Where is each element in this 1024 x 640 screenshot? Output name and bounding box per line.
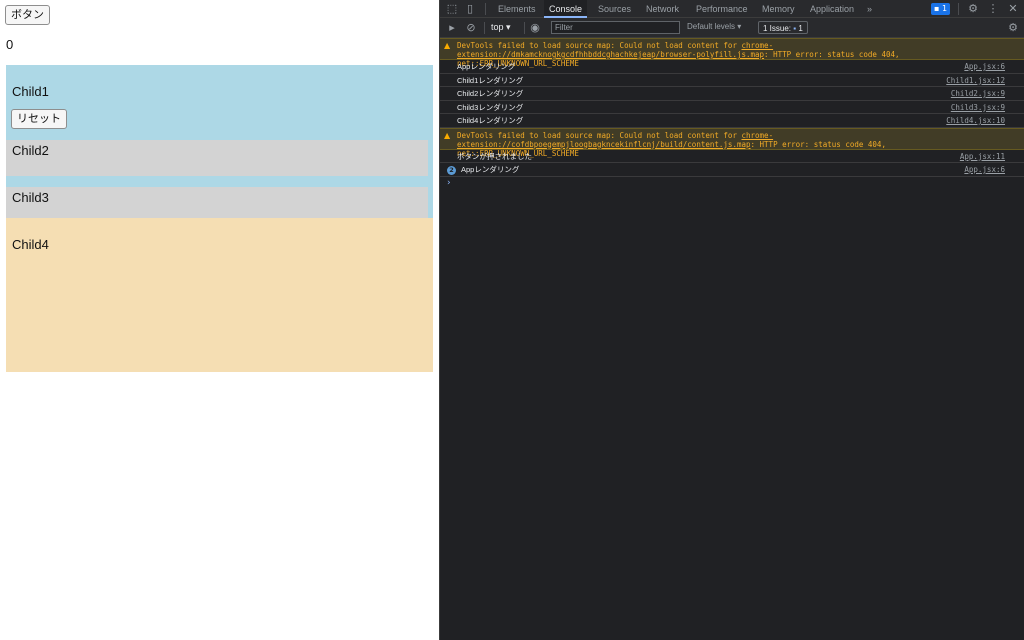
tab-performance[interactable]: Performance	[696, 0, 748, 18]
console-prompt[interactable]: ›	[440, 177, 1024, 189]
source-link[interactable]: App.jsx:6	[964, 60, 1005, 73]
source-link[interactable]: Child2.jsx:9	[951, 87, 1005, 100]
divider	[484, 22, 485, 34]
device-toggle-icon[interactable]: ▯	[463, 2, 477, 16]
source-link[interactable]: Child3.jsx:9	[951, 101, 1005, 114]
child4-panel: Child4	[6, 218, 433, 372]
log-row: 2 Appレンダリング App.jsx:6	[440, 163, 1024, 177]
divider	[958, 3, 959, 15]
log-levels-dropdown[interactable]: Default levels ▾	[687, 22, 741, 31]
context-selector[interactable]: top ▾	[491, 22, 511, 33]
messages-count: 1	[941, 4, 948, 13]
log-message: ボタンが押されました	[457, 151, 532, 161]
log-row: Child1レンダリング Child1.jsx:12	[440, 74, 1024, 87]
child3-panel: Child3	[6, 187, 428, 218]
inspect-icon[interactable]: ⬚	[445, 2, 459, 16]
message-icon: ▪	[934, 4, 940, 13]
log-row: ボタンが押されました App.jsx:11	[440, 150, 1024, 163]
child3-title: Child3	[12, 190, 49, 205]
settings-icon[interactable]: ⚙	[1006, 21, 1020, 35]
log-row: Appレンダリング App.jsx:6	[440, 60, 1024, 74]
close-icon[interactable]: ✕	[1006, 2, 1020, 16]
warning-text: DevTools failed to load source map: Coul…	[457, 41, 742, 50]
warning-icon: ▲	[444, 41, 451, 50]
devtools-tabbar: ⬚ ▯ Elements Console Sources Network Per…	[440, 0, 1024, 18]
source-link[interactable]: Child4.jsx:10	[946, 114, 1005, 127]
tab-application[interactable]: Application	[810, 0, 854, 18]
log-row: Child2レンダリング Child2.jsx:9	[440, 87, 1024, 101]
devtools-panel: ⬚ ▯ Elements Console Sources Network Per…	[439, 0, 1024, 640]
source-link[interactable]: Child1.jsx:12	[946, 74, 1005, 87]
main-button[interactable]: ボタン	[5, 5, 50, 25]
eye-icon[interactable]: ◉	[528, 21, 542, 35]
tab-console[interactable]: Console	[544, 0, 588, 18]
console-toolbar: ▸ ⊘ top ▾ ◉ Default levels ▾ 1 Issue: ▪ …	[440, 18, 1024, 38]
message-icon: ▪	[793, 24, 797, 33]
log-message: Child4レンダリング	[457, 116, 524, 125]
filter-input[interactable]	[551, 21, 680, 34]
log-message: Appレンダリング	[461, 165, 520, 174]
console-log: ▲ DevTools failed to load source map: Co…	[440, 38, 1024, 189]
count-display: 0	[6, 37, 14, 52]
warning-text: DevTools failed to load source map: Coul…	[457, 130, 742, 140]
reset-button[interactable]: リセット	[11, 109, 67, 129]
child2-title: Child2	[12, 143, 49, 158]
source-link[interactable]: App.jsx:11	[960, 150, 1005, 163]
log-message: Child2レンダリング	[457, 89, 524, 98]
warning-message: ▲ DevTools failed to load source map: Co…	[440, 38, 1024, 68]
issues-label: 1 Issue:	[763, 24, 792, 33]
tab-memory[interactable]: Memory	[762, 0, 795, 18]
issues-button[interactable]: 1 Issue: ▪ 1	[758, 21, 808, 34]
log-message: Appレンダリング	[457, 62, 516, 71]
child4-title: Child4	[12, 237, 49, 252]
clear-console-icon[interactable]: ⊘	[464, 21, 478, 35]
more-tabs-button[interactable]: »	[867, 0, 872, 18]
messages-badge[interactable]: ▪ 1	[931, 3, 951, 15]
tab-elements[interactable]: Elements	[498, 0, 536, 18]
kebab-menu-icon[interactable]: ⋮	[986, 2, 1000, 16]
source-link[interactable]: App.jsx:6	[964, 163, 1005, 176]
repeat-count-badge: 2	[447, 166, 456, 175]
log-row: Child3レンダリング Child3.jsx:9	[440, 101, 1024, 114]
app-page: ボタン 0 Child1 リセット Child2 Child3 Child4	[0, 0, 439, 640]
issues-count: 1	[798, 24, 803, 33]
log-row: Child4レンダリング Child4.jsx:10	[440, 114, 1024, 128]
log-message: Child1レンダリング	[457, 75, 524, 85]
child2-panel: Child2	[6, 140, 428, 176]
child1-title: Child1	[12, 84, 49, 99]
log-message: Child3レンダリング	[457, 102, 524, 112]
sidebar-toggle-icon[interactable]: ▸	[445, 21, 459, 35]
warning-icon: ▲	[444, 130, 451, 140]
tab-sources[interactable]: Sources	[598, 0, 631, 18]
divider	[524, 22, 525, 34]
settings-icon[interactable]: ⚙	[966, 2, 980, 16]
warning-message: ▲ DevTools failed to load source map: Co…	[440, 127, 1024, 158]
divider	[485, 3, 486, 15]
tab-network[interactable]: Network	[646, 0, 679, 18]
